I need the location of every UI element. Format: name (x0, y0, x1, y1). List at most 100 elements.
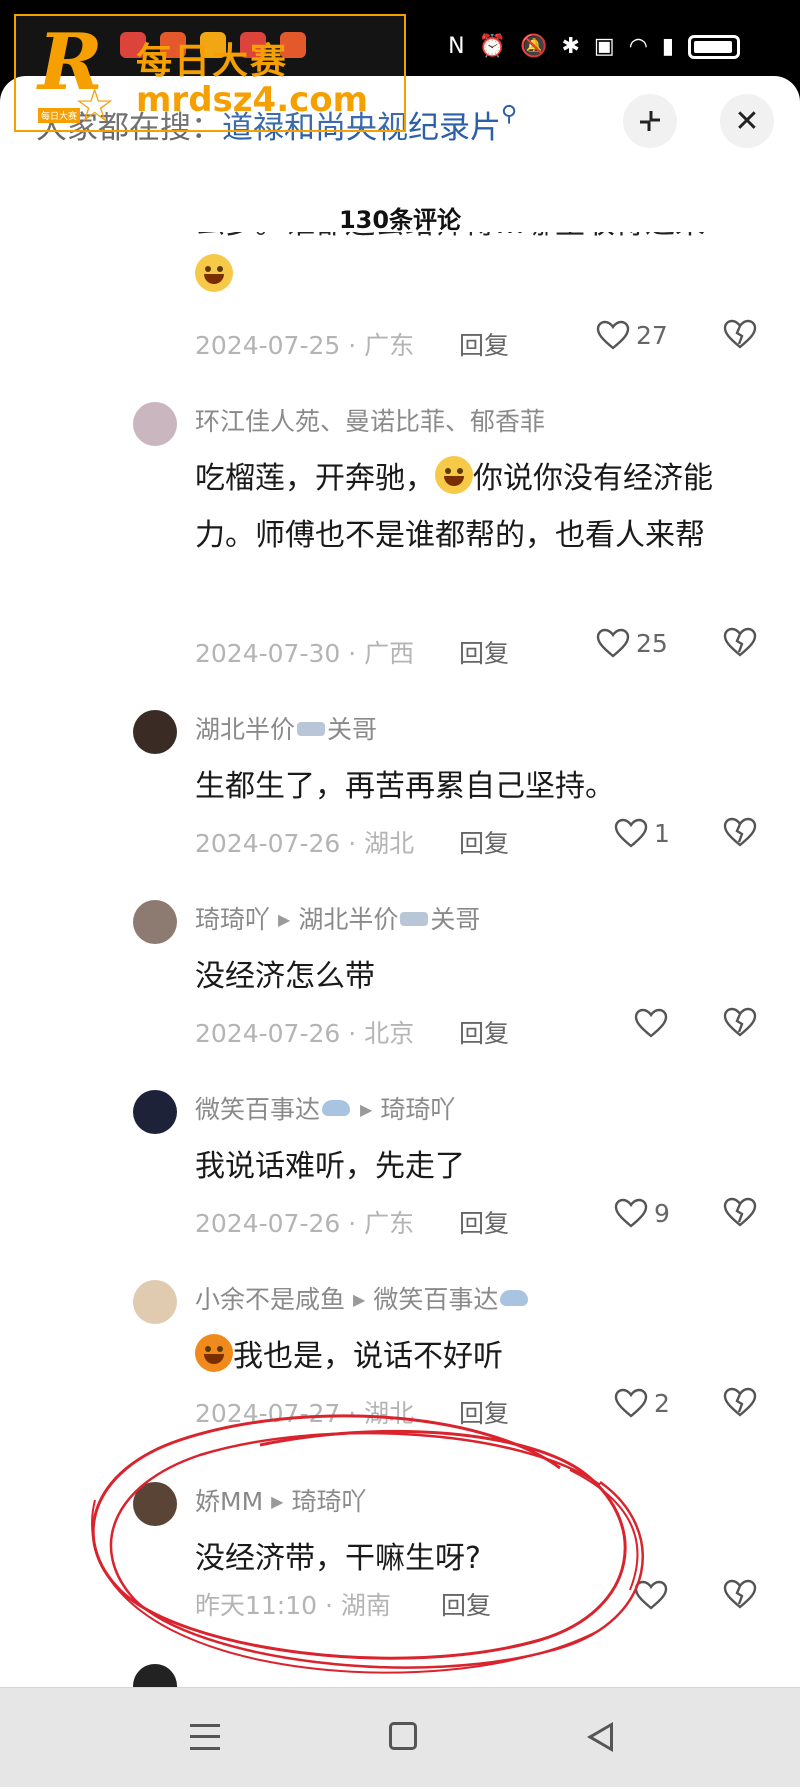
commenter-name[interactable]: 娇MM ▶ 琦琦吖 (195, 1482, 366, 1518)
commenter-name[interactable]: 小余不是咸鱼 ▶ 微笑百事达 (195, 1280, 530, 1316)
whale-badge-icon (322, 1100, 351, 1116)
broken-heart-icon (723, 1387, 757, 1417)
dislike-button[interactable] (723, 1386, 757, 1422)
avatar[interactable] (133, 402, 177, 446)
hd-icon: ▣ (593, 34, 615, 59)
nfc-icon: N (448, 34, 465, 59)
like-count: 9 (654, 1198, 670, 1228)
like-count: 1 (654, 818, 670, 848)
collapse-button[interactable] (623, 94, 677, 148)
commenter-name[interactable]: 环江佳人苑、曼诺比菲、郁香菲 (195, 402, 545, 438)
reply-to-name: 琦琦吖 (291, 1487, 367, 1516)
comment-list[interactable]: 么多。谁都还去给师傅…哪里收得过来 2024-07-25 · 广东 回复 27 … (0, 232, 800, 1687)
avatar[interactable] (133, 1482, 177, 1526)
broken-heart-icon (723, 1007, 757, 1037)
back-icon[interactable] (587, 1722, 613, 1752)
comment-text: 生都生了，再苦再累自己坚持。 (195, 769, 615, 804)
like-button[interactable]: 9 (614, 1198, 670, 1228)
reply-button[interactable]: 回复 (459, 824, 509, 860)
avatar[interactable] (133, 900, 177, 944)
heart-icon (614, 1198, 648, 1228)
car-badge-icon (400, 912, 429, 926)
menu-icon[interactable] (190, 1724, 220, 1750)
comment-meta: 2024-07-25 · 广东 (195, 331, 415, 360)
dislike-button[interactable] (723, 1578, 757, 1614)
like-button[interactable] (634, 1580, 668, 1610)
reply-to-name: 微笑百事达 (373, 1285, 499, 1314)
commenter-name-text: 琦琦吖 (195, 905, 271, 934)
home-icon[interactable] (389, 1722, 417, 1750)
comment-meta: 2024-07-26 · 湖北 (195, 829, 415, 858)
commenter-name[interactable]: 琦琦吖 ▶ 湖北半价 关哥 (195, 900, 480, 936)
comment-text: 我也是，说话不好听 (195, 1328, 765, 1385)
comment-meta: 昨天11:10 · 湖南 (195, 1591, 391, 1620)
comment-text: 没经济带，干嘛生呀? (195, 1541, 481, 1576)
like-button[interactable]: 27 (596, 320, 668, 350)
commenter-name-text: 微笑百事达 (195, 1095, 321, 1124)
like-button[interactable]: 2 (614, 1388, 670, 1418)
star-icon: ☆ (74, 78, 116, 132)
watermark-title: 每日大赛 (136, 41, 289, 82)
like-count: 25 (636, 628, 668, 658)
reply-to-suffix: 关哥 (430, 905, 481, 934)
watermark-mini-label: 每日大赛 (38, 108, 81, 123)
broken-heart-icon (723, 1197, 757, 1227)
like-button[interactable]: 1 (614, 818, 670, 848)
close-icon: ✕ (734, 103, 760, 139)
comment-count: 130条评论 (338, 206, 462, 234)
commenter-name-text: 湖北半价 (195, 715, 296, 744)
like-button[interactable]: 25 (596, 628, 668, 658)
angry-emoji-icon (195, 1334, 233, 1372)
wifi-icon: ◠ (628, 34, 648, 59)
mute-icon: 🔕 (520, 34, 548, 59)
reply-button[interactable]: 回复 (459, 634, 509, 670)
comment-meta: 2024-07-27 · 湖北 (195, 1399, 415, 1428)
reply-button[interactable]: 回复 (459, 326, 509, 362)
signal-icon: ▮ (661, 34, 674, 59)
alarm-icon: ⏰ (478, 34, 507, 59)
status-indicators: N ⏰ 🔕 ✱ ▣ ◠ ▮ (448, 34, 740, 59)
reply-arrow-icon: ▶ (353, 1290, 366, 1309)
commenter-name-text: 娇MM (195, 1487, 264, 1516)
reply-arrow-icon: ▶ (360, 1100, 373, 1119)
reply-button[interactable]: 回复 (441, 1586, 491, 1622)
heart-icon (634, 1580, 668, 1610)
collapse-icon (640, 111, 660, 131)
close-button[interactable]: ✕ (720, 94, 774, 148)
watermark-logo: R ☆ 每日大赛 每日大赛 mrdsz4.com (14, 14, 406, 132)
reply-button[interactable]: 回复 (459, 1394, 509, 1430)
commenter-name-suffix: 关哥 (327, 715, 378, 744)
comment-text-part: 我也是，说话不好听 (233, 1339, 503, 1374)
broken-heart-icon (723, 1579, 757, 1609)
broken-heart-icon (723, 319, 757, 349)
avatar[interactable] (133, 1664, 177, 1687)
commenter-name[interactable]: 湖北半价 关哥 (195, 710, 377, 746)
dislike-button[interactable] (723, 1006, 757, 1042)
dislike-button[interactable] (723, 626, 757, 662)
reply-to-name: 琦琦吖 (380, 1095, 456, 1124)
comment-meta: 2024-07-30 · 广西 (195, 639, 415, 668)
heart-icon (614, 1388, 648, 1418)
dislike-button[interactable] (723, 816, 757, 852)
reply-button[interactable]: 回复 (459, 1014, 509, 1050)
like-count: 27 (636, 320, 668, 350)
bluetooth-icon: ✱ (561, 34, 580, 59)
avatar[interactable] (133, 1280, 177, 1324)
dislike-button[interactable] (723, 318, 757, 354)
whale-badge-icon (500, 1290, 529, 1306)
avatar[interactable] (133, 710, 177, 754)
avatar[interactable] (133, 1090, 177, 1134)
commenter-name-text: 小余不是咸鱼 (195, 1285, 346, 1314)
like-button[interactable] (634, 1008, 668, 1038)
comment-sheet: 大家都在搜：道禄和尚央视纪录片⚲ ✕ 130条评论 么多。谁都还去给师傅…哪里收… (0, 76, 800, 1687)
dislike-button[interactable] (723, 1196, 757, 1232)
commenter-name[interactable]: 微笑百事达 ▶ 琦琦吖 (195, 1090, 455, 1126)
comment-text: 吃榴莲，开奔驰， 你说你没有经济能力。师傅也不是谁都帮的，也看人来帮 (195, 450, 765, 564)
comment-text: 没经济怎么带 (195, 959, 375, 994)
comment-text: 我说话难听，先走了 (195, 1149, 465, 1184)
reply-arrow-icon: ▶ (271, 1492, 284, 1511)
heart-icon (596, 628, 630, 658)
system-nav-bar (0, 1687, 800, 1787)
broken-heart-icon (723, 627, 757, 657)
reply-button[interactable]: 回复 (459, 1204, 509, 1240)
